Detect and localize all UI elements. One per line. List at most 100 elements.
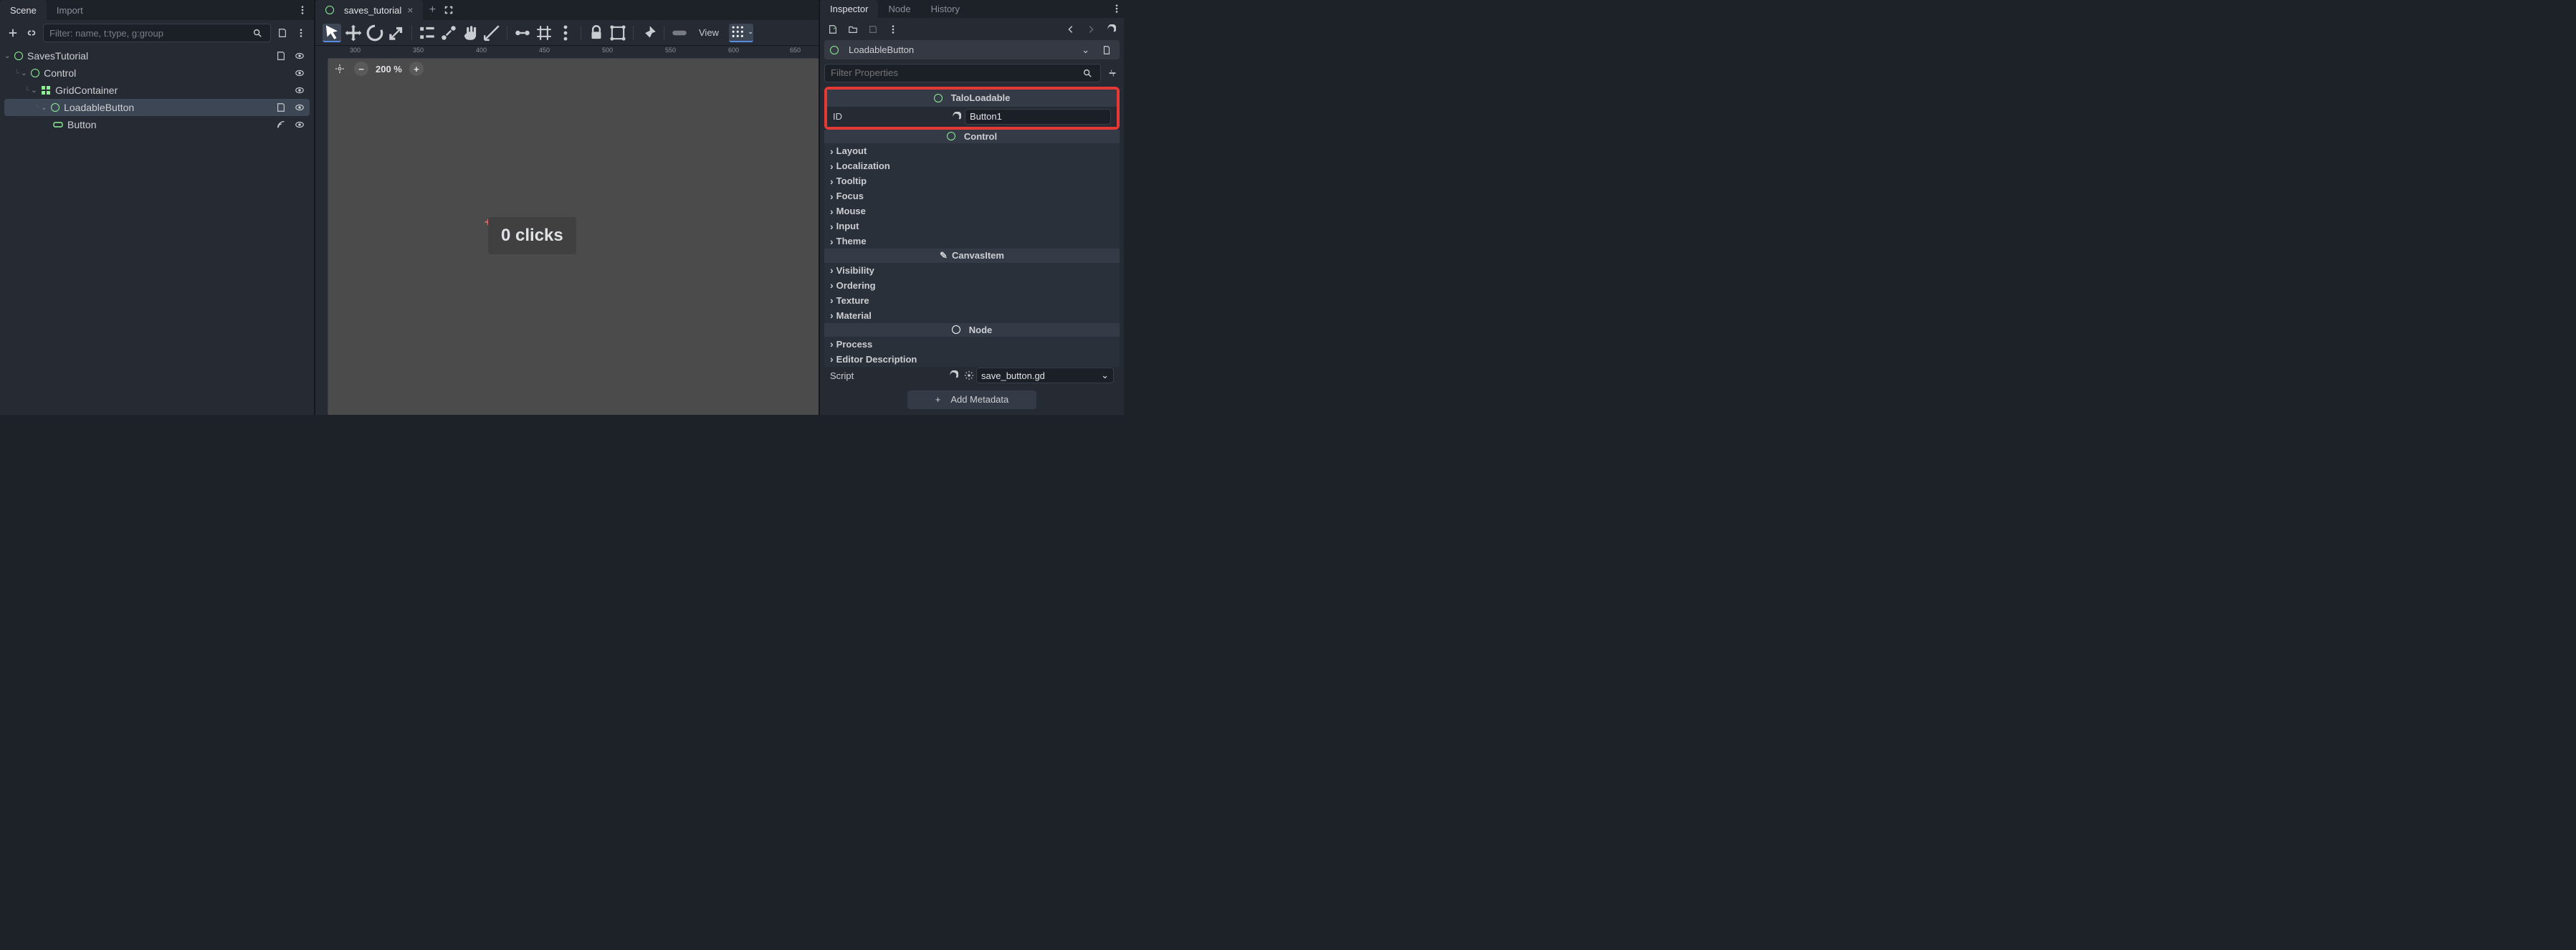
snap-tool[interactable] [513, 24, 532, 42]
grid-snap-tool[interactable] [535, 24, 553, 42]
fold-theme[interactable]: Theme [824, 234, 1120, 249]
save-resource-icon[interactable] [866, 22, 880, 37]
tab-node[interactable]: Node [878, 0, 920, 18]
close-tab-icon[interactable]: × [407, 4, 413, 16]
add-metadata-button[interactable]: + Add Metadata [907, 390, 1036, 409]
inspector-node-selector[interactable]: LoadableButton ⌄ [824, 40, 1120, 59]
category-label: Control [964, 131, 997, 142]
tree-root[interactable]: ⌄ SavesTutorial [4, 47, 310, 64]
history-reload-icon[interactable] [1104, 22, 1118, 37]
settings-icon[interactable] [1105, 66, 1120, 80]
menu-dots-icon[interactable] [1110, 1, 1124, 16]
chevron-down-icon[interactable]: ⌄ [1082, 44, 1089, 56]
add-node-icon[interactable] [6, 26, 20, 40]
clicks-button[interactable]: 0 clicks [488, 217, 576, 254]
fold-focus[interactable]: Focus [824, 188, 1120, 203]
visibility-icon[interactable] [292, 83, 307, 97]
lock-tool[interactable] [439, 24, 458, 42]
script-value[interactable]: save_button.gd ⌄ [976, 368, 1114, 383]
link-icon[interactable] [24, 26, 39, 40]
tab-import[interactable]: Import [47, 0, 93, 20]
history-forward-icon[interactable] [1084, 22, 1098, 37]
tab-inspector[interactable]: Inspector [820, 0, 878, 18]
lock-icon[interactable] [587, 24, 606, 42]
fold-ordering[interactable]: Ordering [824, 278, 1120, 293]
zoom-out-button[interactable]: − [354, 62, 368, 76]
fold-mouse[interactable]: Mouse [824, 203, 1120, 219]
tree-grid[interactable]: └ ⌄ GridContainer [4, 82, 310, 99]
fold-texture[interactable]: Texture [824, 293, 1120, 308]
visibility-icon[interactable] [292, 117, 307, 132]
doc-icon[interactable] [1099, 43, 1114, 57]
search-icon[interactable] [1080, 66, 1094, 80]
fold-tooltip[interactable]: Tooltip [824, 173, 1120, 188]
category-node[interactable]: Node [824, 323, 1120, 337]
canvas-viewport[interactable]: 300350400450500550600650 − 200 % + + 0 c… [315, 46, 819, 415]
skeleton-icon[interactable] [670, 24, 689, 42]
scene-tab[interactable]: saves_tutorial × [315, 0, 423, 20]
visibility-icon[interactable] [292, 49, 307, 63]
fold-input[interactable]: Input [824, 219, 1120, 234]
scene-filter[interactable] [43, 24, 271, 42]
fold-material[interactable]: Material [824, 308, 1120, 323]
tab-history[interactable]: History [921, 0, 970, 18]
pin-icon[interactable] [639, 24, 658, 42]
view-menu[interactable]: View [692, 24, 726, 42]
fold-visibility[interactable]: Visibility [824, 263, 1120, 278]
tree-label: LoadableButton [64, 102, 274, 113]
search-icon[interactable] [250, 26, 264, 40]
ruler-tool[interactable] [482, 24, 501, 42]
tree-label: GridContainer [55, 85, 292, 96]
script-icon[interactable] [274, 100, 288, 115]
category-control[interactable]: Control [824, 130, 1120, 143]
prop-name: Script [830, 370, 945, 381]
gear-icon[interactable] [962, 368, 976, 383]
filter-properties-input[interactable] [831, 67, 1080, 78]
grid-visibility-tool[interactable]: ⌄ [729, 24, 753, 42]
fold-layout[interactable]: Layout [824, 143, 1120, 158]
visibility-icon[interactable] [292, 100, 307, 115]
add-tab-button[interactable]: + [423, 4, 442, 16]
fold-localization[interactable]: Localization [824, 158, 1120, 173]
chevron-down-icon[interactable]: ⌄ [1101, 370, 1109, 381]
category-canvasitem[interactable]: ✎ CanvasItem [824, 249, 1120, 262]
reset-icon[interactable] [945, 368, 962, 383]
tree-control[interactable]: └ ⌄ Control [4, 64, 310, 82]
attach-script-icon[interactable] [275, 26, 290, 40]
scene-filter-input[interactable] [49, 28, 250, 39]
reset-icon[interactable] [948, 110, 965, 124]
pan-tool[interactable] [461, 24, 480, 42]
list-select-tool[interactable] [418, 24, 437, 42]
rotate-tool[interactable] [366, 24, 384, 42]
zoom-center-icon[interactable] [333, 62, 347, 76]
zoom-in-button[interactable]: + [409, 62, 424, 76]
scale-tool[interactable] [387, 24, 406, 42]
group-icon[interactable] [609, 24, 627, 42]
scene-menu-dots-icon[interactable] [294, 26, 308, 40]
add-metadata-label: Add Metadata [950, 394, 1008, 405]
category-taloloadable[interactable]: TaloLoadable [827, 90, 1117, 107]
history-back-icon[interactable] [1064, 22, 1078, 37]
move-tool[interactable] [344, 24, 363, 42]
snap-options-icon[interactable] [556, 24, 575, 42]
resource-menu-dots-icon[interactable] [886, 22, 900, 37]
tree-button[interactable]: Button [4, 116, 310, 133]
node-icon [325, 6, 334, 14]
signal-icon[interactable] [274, 117, 288, 132]
tab-scene[interactable]: Scene [0, 0, 47, 20]
tree-loadable[interactable]: └ ⌄ LoadableButton [4, 99, 310, 116]
new-resource-icon[interactable] [826, 22, 840, 37]
zoom-level[interactable]: 200 % [376, 64, 402, 75]
filter-properties[interactable] [824, 64, 1101, 82]
scene-tree: ⌄ SavesTutorial └ ⌄ Control [0, 46, 314, 415]
fold-process[interactable]: Process [824, 337, 1120, 352]
load-resource-icon[interactable] [846, 22, 860, 37]
prop-script: Script save_button.gd ⌄ [824, 367, 1120, 385]
select-tool[interactable] [323, 24, 341, 42]
fullscreen-icon[interactable] [442, 3, 456, 17]
visibility-icon[interactable] [292, 66, 307, 80]
fold-editor-description[interactable]: Editor Description [824, 352, 1120, 367]
script-icon[interactable] [274, 49, 288, 63]
prop-value[interactable]: Button1 [965, 109, 1111, 125]
menu-dots-icon[interactable] [295, 3, 310, 17]
